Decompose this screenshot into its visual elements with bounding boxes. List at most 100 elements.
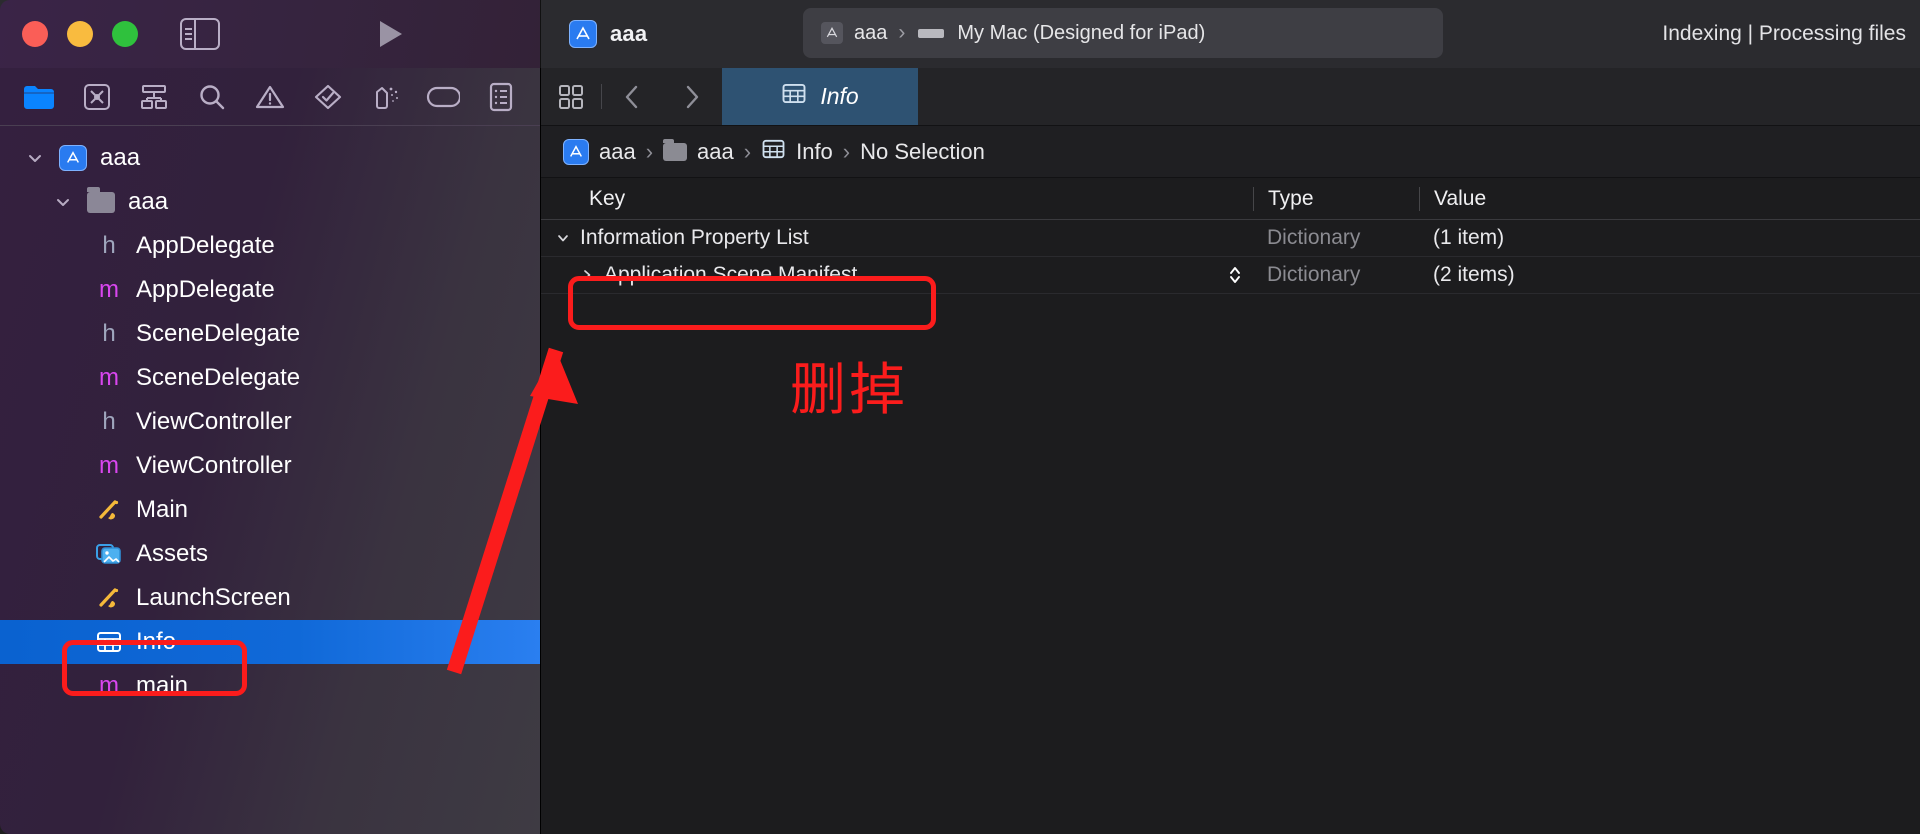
sidebar-toggle-pane [182, 20, 196, 48]
tree-row-info-plist[interactable]: Info [0, 620, 540, 664]
project-name-label: aaa [610, 21, 648, 46]
test-navigator-icon[interactable] [299, 75, 357, 119]
h-file-icon: h [102, 232, 116, 259]
navigate-forward-icon[interactable] [662, 68, 722, 125]
chevron-right-icon[interactable] [579, 268, 595, 282]
project-file-tree[interactable]: aaa aaa h AppDelegate m AppDelegate h Sc… [0, 126, 540, 834]
breadcrumb: aaa › aaa › Info › No Selection [541, 126, 1920, 178]
breadcrumb-item-folder[interactable]: aaa [663, 138, 734, 165]
plist-key-cell[interactable]: Application Scene Manifest [541, 263, 1253, 287]
plist-key-cell[interactable]: Information Property List [541, 226, 1253, 250]
breadcrumb-label: No Selection [860, 138, 985, 164]
source-control-navigator-icon[interactable] [68, 75, 126, 119]
editor-options-icon[interactable] [541, 68, 601, 125]
activity-status-label: Indexing | Processing files [1662, 22, 1906, 45]
plist-editor: Key Type Value Information Property List… [541, 178, 1920, 834]
debug-navigator-icon[interactable] [357, 75, 415, 119]
tree-row-appdelegate-h[interactable]: h AppDelegate [0, 224, 540, 268]
tree-row-main-storyboard[interactable]: Main [0, 488, 540, 532]
navigator-selector-bar [0, 68, 540, 126]
chevron-down-icon[interactable] [52, 194, 74, 210]
sidebar-toggle-icon[interactable] [180, 18, 220, 50]
breadcrumb-item-selection[interactable]: No Selection [860, 139, 985, 165]
symbol-navigator-icon[interactable] [126, 75, 184, 119]
m-file-icon: m [99, 276, 119, 303]
breadcrumb-label: aaa [697, 138, 734, 164]
tree-item-label: Info [136, 628, 177, 655]
xcode-project-icon [569, 20, 597, 48]
tree-item-label: SceneDelegate [136, 364, 301, 391]
sidebar-line [185, 38, 192, 40]
report-navigator-icon[interactable] [472, 75, 530, 119]
tree-item-label: Main [136, 496, 189, 523]
scheme-destination-chooser[interactable]: aaa › My Mac (Designed for iPad) [803, 8, 1443, 58]
folder-icon [86, 186, 116, 213]
m-file-icon: m [99, 672, 119, 699]
chevron-down-icon[interactable] [24, 150, 46, 166]
plist-type-cell[interactable]: Dictionary [1253, 263, 1419, 287]
storyboard-icon [94, 497, 124, 523]
tree-row-viewcontroller-m[interactable]: m ViewController [0, 444, 540, 488]
tree-item-label: ViewController [136, 408, 292, 435]
xcode-project-icon [58, 145, 88, 171]
editor-pane: Info aaa › aaa › Info › No Selection Key… [540, 68, 1920, 834]
tree-row-launchscreen[interactable]: LaunchScreen [0, 576, 540, 620]
plist-icon [94, 631, 124, 653]
breadcrumb-label: Info [796, 138, 833, 164]
tree-item-label: SceneDelegate [136, 320, 301, 347]
close-button[interactable] [22, 21, 48, 47]
tree-item-label: Assets [136, 540, 209, 567]
breadcrumb-label: aaa [599, 138, 636, 164]
tree-row-viewcontroller-h[interactable]: h ViewController [0, 400, 540, 444]
tree-row-project[interactable]: aaa [0, 136, 540, 180]
run-button-icon[interactable] [380, 21, 402, 47]
tree-item-label: AppDelegate [136, 232, 275, 259]
sidebar-line [185, 33, 192, 35]
tree-row-assets[interactable]: Assets [0, 532, 540, 576]
h-file-icon: h [102, 408, 116, 435]
breadcrumb-item-project[interactable]: aaa [563, 138, 636, 165]
plist-row-application-scene-manifest[interactable]: Application Scene Manifest Dictionary (2… [541, 257, 1920, 294]
tree-row-folder[interactable]: aaa [0, 180, 540, 224]
find-navigator-icon[interactable] [183, 75, 241, 119]
tree-item-label: AppDelegate [136, 276, 275, 303]
tree-item-label: aaa [128, 188, 169, 215]
column-header-type[interactable]: Type [1253, 186, 1419, 211]
plist-key-label: Application Scene Manifest [604, 263, 858, 286]
scheme-destination-label: My Mac (Designed for iPad) [957, 21, 1206, 44]
tree-item-label: aaa [100, 144, 141, 171]
plist-row-information-property-list[interactable]: Information Property List Dictionary (1 … [541, 220, 1920, 257]
breakpoint-navigator-icon[interactable] [414, 75, 472, 119]
minimize-button[interactable] [67, 21, 93, 47]
title-bar-left [0, 0, 540, 68]
plist-value-cell[interactable]: (1 item) [1419, 226, 1920, 250]
zoom-button[interactable] [112, 21, 138, 47]
plist-key-label: Information Property List [580, 226, 809, 249]
tree-row-main-m[interactable]: m main [0, 664, 540, 708]
tree-row-scenedelegate-h[interactable]: h SceneDelegate [0, 312, 540, 356]
tree-row-scenedelegate-m[interactable]: m SceneDelegate [0, 356, 540, 400]
m-file-icon: m [99, 452, 119, 479]
window-controls [22, 21, 138, 47]
plist-value-cell[interactable]: (2 items) [1419, 263, 1920, 287]
column-header-key[interactable]: Key [541, 187, 1253, 211]
title-bar: aaa aaa › My Mac (Designed for iPad) Ind… [0, 0, 1920, 68]
breadcrumb-item-info[interactable]: Info [761, 139, 833, 165]
issue-navigator-icon[interactable] [241, 75, 299, 119]
title-bar-right: aaa aaa › My Mac (Designed for iPad) Ind… [540, 0, 1920, 68]
plist-icon [781, 83, 807, 110]
xcode-project-icon [563, 138, 589, 165]
h-file-icon: h [102, 320, 116, 347]
storyboard-icon [94, 585, 124, 611]
navigate-back-icon[interactable] [602, 68, 662, 125]
plist-type-stepper[interactable] [1227, 264, 1243, 286]
window-body: aaa aaa h AppDelegate m AppDelegate h Sc… [0, 68, 1920, 834]
tree-item-label: LaunchScreen [136, 584, 291, 611]
column-header-value[interactable]: Value [1419, 186, 1920, 211]
tab-info[interactable]: Info [722, 68, 918, 125]
tree-row-appdelegate-m[interactable]: m AppDelegate [0, 268, 540, 312]
chevron-down-icon[interactable] [555, 231, 571, 245]
project-navigator-icon[interactable] [10, 75, 68, 119]
tree-item-label: ViewController [136, 452, 292, 479]
plist-type-cell[interactable]: Dictionary [1253, 226, 1419, 250]
